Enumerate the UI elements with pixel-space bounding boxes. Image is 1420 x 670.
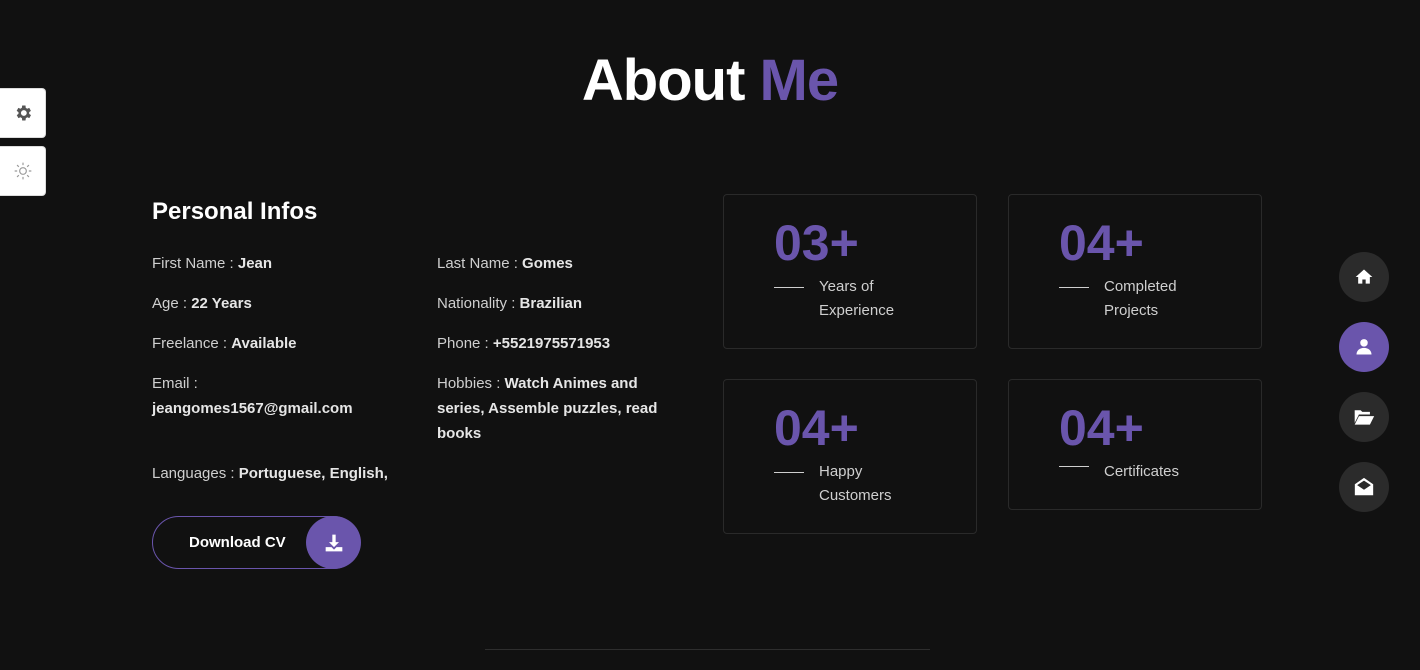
folder-open-icon — [1354, 410, 1375, 425]
title-accent: Me — [759, 48, 840, 113]
phone-value: +5521975571953 — [492, 335, 611, 352]
phone-item: Phone : +5521975571953 — [437, 331, 610, 356]
stat-card: 04+ Certificates — [1008, 379, 1262, 510]
stat-number: 04+ — [1059, 400, 1144, 456]
sun-icon — [14, 162, 31, 180]
stat-number: 03+ — [774, 215, 859, 271]
stat-card: 04+ Completed Projects — [1008, 194, 1262, 349]
phone-label: Phone : — [437, 335, 489, 352]
email-item: Email : jeangomes1567@gmail.com — [152, 371, 402, 421]
user-icon — [1356, 339, 1372, 355]
stat-caption-line2: Experience — [819, 302, 895, 319]
nav-portfolio-button[interactable] — [1339, 392, 1389, 442]
envelope-open-icon — [1354, 477, 1374, 496]
last-name-label: Last Name : — [437, 255, 518, 272]
home-icon — [1355, 269, 1373, 284]
age-item: Age : 22 Years — [152, 291, 252, 316]
first-name-label: First Name : — [152, 255, 234, 272]
stat-caption-line1: Completed — [1104, 278, 1177, 295]
side-tools — [0, 88, 47, 204]
last-name-item: Last Name : Gomes — [437, 251, 573, 276]
languages-label: Languages : — [152, 465, 235, 482]
stat-card: 03+ Years of Experience — [723, 194, 977, 349]
last-name-value: Gomes — [522, 255, 573, 272]
personal-infos-heading: Personal Infos — [152, 198, 318, 225]
nationality-item: Nationality : Brazilian — [437, 291, 582, 316]
freelance-item: Freelance : Available — [152, 331, 297, 356]
age-label: Age : — [152, 295, 188, 312]
hobbies-label: Hobbies : — [437, 375, 501, 392]
personal-infos: Personal Infos First Name : Jean Last Na… — [152, 196, 692, 482]
download-cv-button[interactable]: Download CV — [152, 516, 361, 569]
stat-caption: Years of Experience — [819, 275, 894, 323]
first-name-value: Jean — [237, 255, 273, 272]
languages-item: Languages : Portuguese, English, — [152, 461, 452, 486]
stat-caption-line1: Certificates — [1104, 463, 1180, 480]
first-name-item: First Name : Jean — [152, 251, 272, 276]
theme-toggle-button[interactable] — [0, 146, 46, 196]
languages-value: Portuguese, English, — [238, 465, 388, 482]
stat-caption-line1: Happy — [819, 463, 863, 480]
nav-home-button[interactable] — [1339, 252, 1389, 302]
age-value: 22 Years — [191, 295, 252, 312]
stat-divider — [774, 472, 804, 473]
settings-button[interactable] — [0, 88, 46, 138]
nav-contact-button[interactable] — [1339, 462, 1389, 512]
download-icon — [325, 534, 342, 551]
right-nav — [1339, 252, 1389, 532]
stat-caption: Certificates — [1104, 460, 1179, 484]
stat-number: 04+ — [774, 400, 859, 456]
stat-caption: Completed Projects — [1104, 275, 1177, 323]
stat-caption-line1: Years of — [819, 278, 874, 295]
nav-about-button[interactable] — [1339, 322, 1389, 372]
download-cv-label: Download CV — [189, 534, 286, 551]
page-title: About Me — [0, 48, 1420, 114]
nationality-value: Brazilian — [519, 295, 583, 312]
stat-divider — [774, 287, 804, 288]
stat-number: 04+ — [1059, 215, 1144, 271]
email-value: jeangomes1567@gmail.com — [152, 400, 353, 417]
email-label: Email : — [152, 375, 198, 392]
stat-caption: Happy Customers — [819, 460, 892, 508]
stat-divider — [1059, 466, 1089, 467]
about-page: About Me Personal Infos First Name : Jea… — [0, 0, 1420, 670]
nationality-label: Nationality : — [437, 295, 516, 312]
title-main: About — [581, 48, 745, 113]
stat-caption-line2: Projects — [1104, 302, 1159, 319]
stat-divider — [1059, 287, 1089, 288]
freelance-label: Freelance : — [152, 335, 228, 352]
gear-icon — [16, 105, 31, 121]
stat-card: 04+ Happy Customers — [723, 379, 977, 534]
stat-caption-line2: Customers — [819, 487, 892, 504]
freelance-value: Available — [231, 335, 297, 352]
download-icon-circle — [306, 516, 361, 569]
hobbies-item: Hobbies : Watch Animes and series, Assem… — [437, 371, 687, 446]
section-divider — [485, 649, 930, 650]
